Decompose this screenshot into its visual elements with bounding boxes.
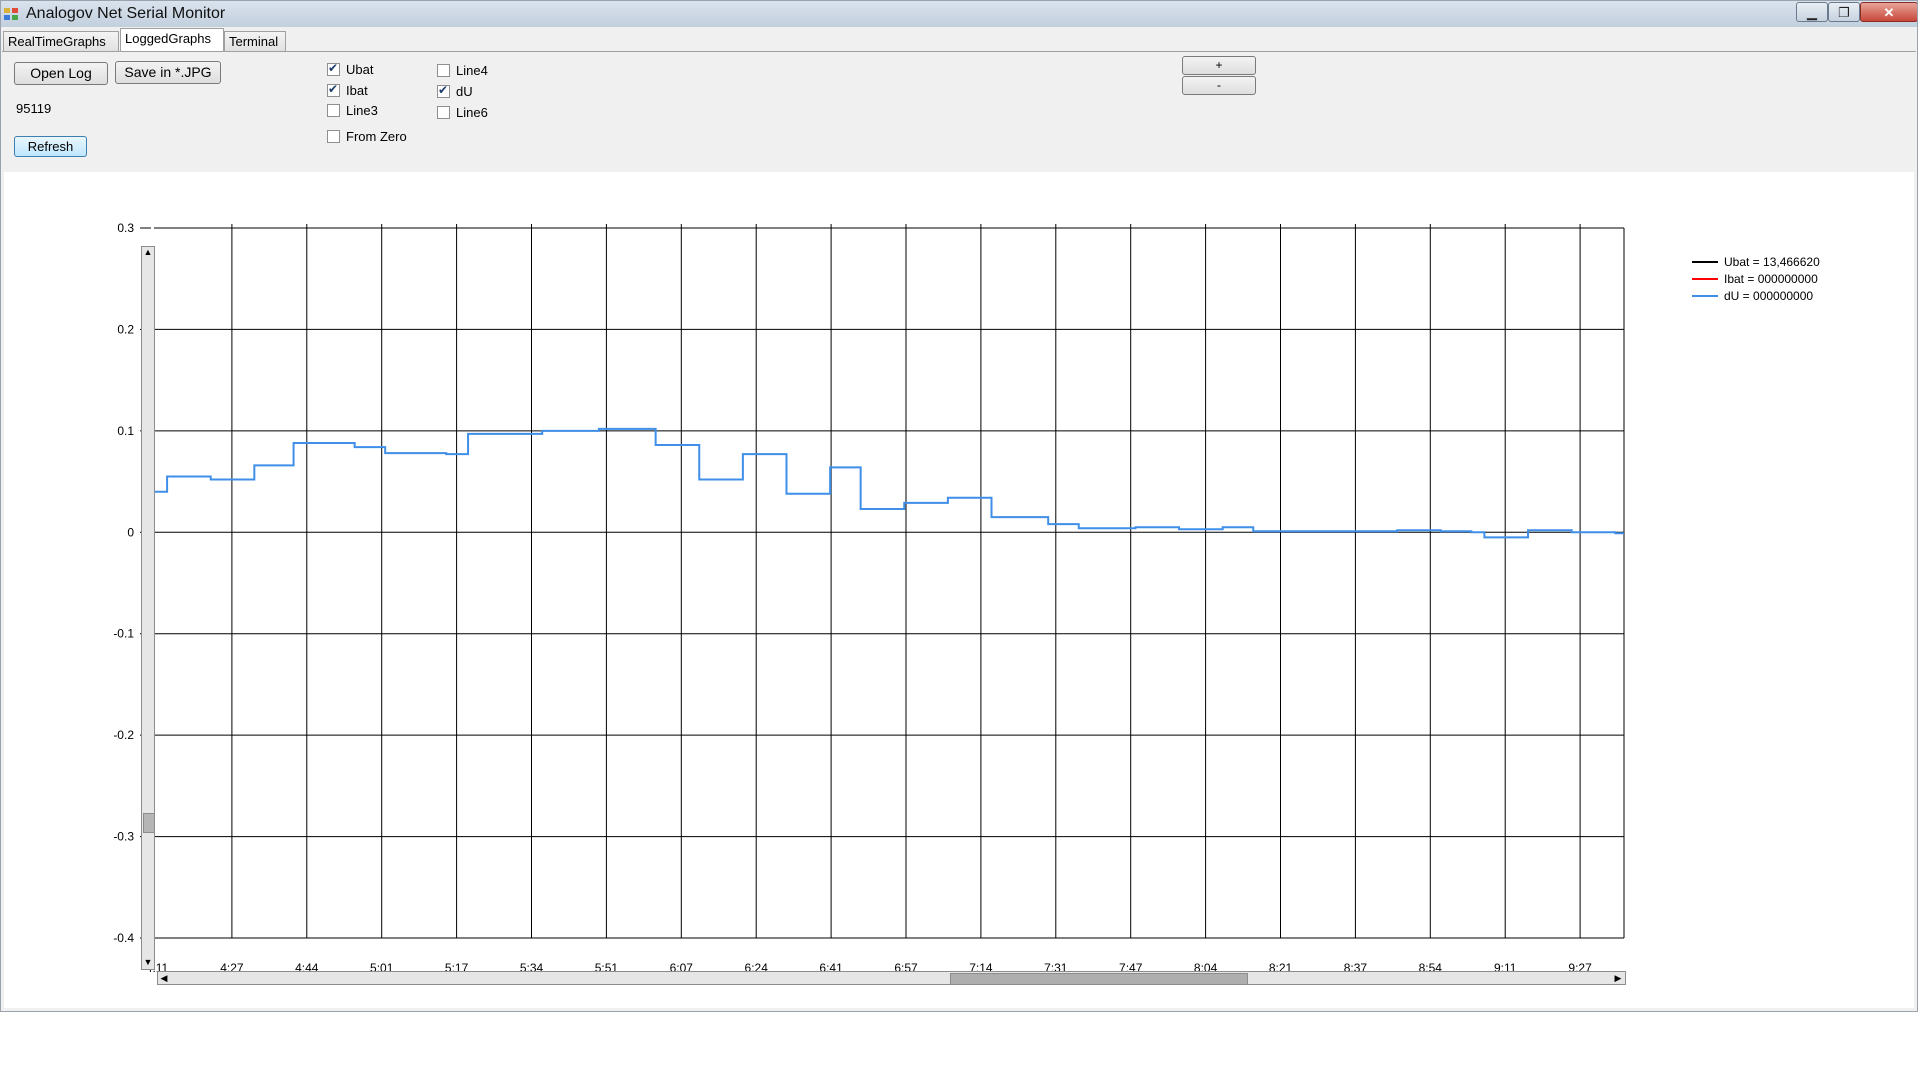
y-tick-label: -0.4	[113, 931, 134, 945]
series-line-du	[154, 427, 1624, 539]
tab-realtimegraphs[interactable]: RealTimeGraphs	[3, 31, 119, 51]
checkbox-label: Line3	[346, 102, 378, 118]
checkbox-box[interactable]	[327, 61, 340, 76]
tab-terminal[interactable]: Terminal	[224, 31, 286, 51]
legend-item-ubat: Ubat = 13,466620	[1692, 253, 1820, 270]
y-tick-label: -0.3	[113, 830, 134, 844]
checkbox-label: Line4	[456, 62, 488, 78]
app-window: Analogov Net Serial Monitor ▁ ❐ ✕ RealTi…	[0, 0, 1918, 1012]
maximize-icon: ❐	[1838, 5, 1850, 20]
y-tick-label: -0.2	[113, 728, 134, 742]
legend-label: Ibat = 000000000	[1724, 271, 1818, 286]
scroll-right-icon[interactable]: ▶	[1613, 973, 1623, 983]
title-bar[interactable]: Analogov Net Serial Monitor ▁ ❐ ✕	[1, 1, 1917, 27]
checkbox-box[interactable]	[437, 63, 450, 77]
checkbox-box[interactable]	[437, 83, 450, 98]
zoom-out-button[interactable]: -	[1182, 76, 1256, 95]
scroll-down-icon[interactable]: ▼	[143, 957, 153, 967]
legend-item-du: dU = 000000000	[1692, 287, 1820, 304]
chart-legend: Ubat = 13,466620 Ibat = 000000000 dU = 0…	[1692, 253, 1820, 304]
checkbox-line4[interactable]: Line4	[437, 61, 488, 79]
checkbox-label: Line6	[456, 104, 488, 120]
checkbox-box[interactable]	[327, 129, 340, 143]
legend-label: dU = 000000000	[1724, 288, 1814, 303]
legend-label: Ubat = 13,466620	[1724, 254, 1820, 269]
tab-strip: RealTimeGraphs LoggedGraphs Terminal	[1, 27, 1917, 52]
minimize-button[interactable]: ▁	[1796, 2, 1828, 22]
checkbox-label: From Zero	[346, 128, 407, 144]
y-tick-label: 0.3	[117, 221, 134, 235]
maximize-button[interactable]: ❐	[1828, 2, 1860, 22]
checkbox-ubat[interactable]: Ubat	[327, 60, 373, 78]
record-count: 95119	[16, 101, 52, 116]
y-tick-label: 0.2	[117, 322, 134, 336]
checkbox-ibat[interactable]: Ibat	[327, 81, 368, 99]
scroll-left-icon[interactable]: ◀	[159, 973, 169, 983]
checkbox-label: Ibat	[346, 82, 368, 98]
vertical-scroll-thumb[interactable]	[143, 813, 155, 833]
y-tick-label: 0	[127, 525, 134, 539]
window-title: Analogov Net Serial Monitor	[26, 5, 226, 22]
minimize-icon: ▁	[1807, 5, 1817, 20]
legend-item-ibat: Ibat = 000000000	[1692, 270, 1820, 287]
scroll-up-icon[interactable]: ▲	[143, 247, 153, 257]
refresh-button[interactable]: Refresh	[14, 136, 87, 157]
vertical-scrollbar[interactable]: ▲ ▼	[141, 246, 155, 970]
checkbox-box[interactable]	[327, 82, 340, 97]
horizontal-scroll-thumb[interactable]	[950, 973, 1248, 985]
open-log-button[interactable]: Open Log	[14, 62, 108, 85]
tab-loggedgraphs[interactable]: LoggedGraphs	[120, 28, 224, 52]
checkbox-box[interactable]	[437, 105, 450, 119]
close-icon: ✕	[1883, 5, 1895, 20]
save-jpg-button[interactable]: Save in *.JPG	[115, 61, 221, 84]
checkbox-du[interactable]: dU	[437, 82, 473, 100]
horizontal-scrollbar[interactable]: ◀ ▶	[157, 971, 1626, 985]
legend-swatch	[1692, 294, 1718, 297]
checkbox-from-zero[interactable]: From Zero	[327, 127, 407, 145]
y-tick-label: -0.1	[113, 627, 134, 641]
checkbox-line6[interactable]: Line6	[437, 103, 488, 121]
chart-svg: 0.30.20.10-0.1-0.2-0.3-0.44:11 4:27 4:44 5:…	[113, 221, 1625, 975]
close-button[interactable]: ✕	[1860, 2, 1917, 22]
y-tick-label: 0.1	[117, 424, 134, 438]
logged-graphs-panel: Open Log Save in *.JPG 95119 Refresh Uba…	[2, 51, 1916, 1010]
plot-area: 0.3 0.2 0.1 0 -0.1 -0.2 -0.3 -0.4 4:11 4:27 4:44 5:…	[4, 172, 1914, 1008]
checkbox-box[interactable]	[327, 103, 340, 117]
checkbox-label: dU	[456, 83, 473, 99]
checkbox-line3[interactable]: Line3	[327, 101, 378, 119]
zoom-in-button[interactable]: +	[1182, 56, 1256, 75]
checkbox-label: Ubat	[346, 61, 374, 77]
app-icon	[4, 8, 18, 20]
legend-swatch	[1692, 277, 1718, 280]
legend-swatch	[1692, 260, 1718, 263]
